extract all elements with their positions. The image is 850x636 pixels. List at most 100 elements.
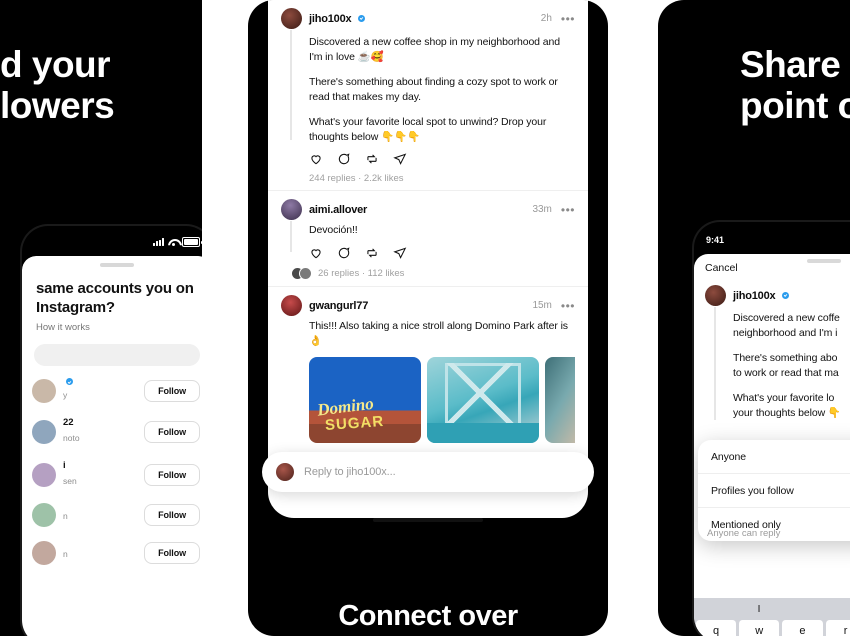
suggested-accounts-sheet: same accounts you on Instagram? How it w…	[22, 256, 202, 636]
like-icon[interactable]	[309, 152, 323, 166]
verified-badge-icon	[782, 292, 790, 299]
verified-badge-icon	[358, 15, 366, 22]
thread-connector	[290, 221, 292, 253]
audience-menu[interactable]: Anyone Profiles you follow Mentioned onl…	[698, 440, 850, 541]
post-reply[interactable]: aimi.allover 33m ••• Devoción!! 26 repli…	[268, 190, 588, 286]
list-item[interactable]: y Follow	[22, 371, 202, 410]
composer-line: There's something abo	[733, 351, 838, 364]
thumbnail-image[interactable]: Domino SUGAR	[309, 357, 421, 444]
avatar[interactable]	[705, 285, 726, 306]
menu-item-anyone[interactable]: Anyone	[698, 440, 850, 473]
follow-button[interactable]: Follow	[144, 420, 200, 443]
right-status-time: 9:41	[706, 235, 725, 245]
audience-note[interactable]: Anyone can reply	[694, 528, 793, 539]
composer-line: your thoughts below 👇	[733, 406, 841, 419]
follow-button[interactable]: Follow	[144, 463, 200, 486]
key-e[interactable]: e	[782, 620, 823, 636]
avatar	[32, 541, 56, 566]
list-item[interactable]: n Follow	[22, 534, 202, 572]
avatar[interactable]	[281, 295, 302, 317]
suggestion-2[interactable]: The	[824, 604, 850, 615]
avatar	[32, 419, 56, 444]
avatar[interactable]	[281, 8, 302, 29]
comment-icon[interactable]	[337, 152, 351, 166]
account-info: n	[32, 503, 68, 528]
avatar	[32, 503, 56, 528]
key-w[interactable]: w	[739, 620, 780, 636]
post-header: jiho100x	[705, 285, 850, 306]
post-stats[interactable]: 244 replies · 2.2k likes	[281, 173, 575, 184]
post-main[interactable]: jiho100x 2h ••• Discovered a new coffee …	[268, 0, 588, 190]
composer-line: to work or read that ma	[733, 366, 839, 379]
more-options-icon[interactable]: •••	[561, 204, 575, 216]
like-icon[interactable]	[309, 246, 323, 260]
reply-input-placeholder[interactable]: Reply to jiho100x...	[304, 466, 396, 478]
avatar[interactable]	[281, 199, 302, 221]
composer-body[interactable]: Discovered a new coffe neighborhood and …	[705, 311, 850, 420]
status-icons	[153, 237, 202, 247]
account-info: n	[32, 541, 68, 566]
follow-button[interactable]: Follow	[144, 542, 200, 565]
post-paragraph: Devoción!!	[309, 224, 358, 237]
avatar	[32, 378, 56, 403]
account-handle: n	[63, 549, 68, 560]
post-stats[interactable]: 26 replies · 112 likes	[281, 267, 575, 281]
account-handle: sen	[63, 476, 77, 487]
post-author[interactable]: aimi.allover	[309, 204, 367, 216]
right-status-bar: 9:41	[694, 222, 850, 250]
list-item[interactable]: 22 noto Follow	[22, 410, 202, 453]
search-input[interactable]	[34, 344, 200, 367]
left-phone-mockup: same accounts you on Instagram? How it w…	[22, 226, 202, 636]
list-item[interactable]: n Follow	[22, 496, 202, 534]
post-author[interactable]: jiho100x	[309, 13, 352, 25]
more-options-icon[interactable]: •••	[561, 300, 575, 312]
account-name	[63, 378, 73, 386]
post-meta: 15m •••	[532, 300, 575, 312]
keyboard-suggestions: I The	[694, 598, 850, 620]
right-headline: Share point of	[740, 44, 850, 127]
more-options-icon[interactable]: •••	[561, 13, 575, 25]
composer-line: What's your favorite lo	[733, 391, 835, 404]
avatar	[32, 462, 56, 487]
key-q[interactable]: q	[696, 620, 737, 636]
sheet-title: same accounts you on Instagram?	[36, 280, 194, 317]
app-screenshot-middle: jiho100x 2h ••• Discovered a new coffee …	[248, 0, 608, 636]
post-author[interactable]: gwangurl77	[309, 300, 368, 312]
cancel-button[interactable]: Cancel	[705, 262, 738, 274]
comment-icon[interactable]	[337, 246, 351, 260]
thread-connector	[290, 30, 292, 141]
post-paragraph: This!!! Also taking a nice stroll along …	[309, 320, 568, 348]
thumbnail-image[interactable]	[545, 357, 575, 444]
sheet-grabber[interactable]	[807, 259, 841, 263]
reply-composer-bar[interactable]: Reply to jiho100x...	[262, 452, 594, 492]
key-r[interactable]: r	[825, 620, 850, 636]
wifi-icon	[168, 238, 178, 246]
repost-icon[interactable]	[365, 246, 379, 260]
suggestion-1[interactable]: I	[694, 604, 824, 615]
middle-caption: Connect over	[338, 600, 518, 632]
account-info: i sen	[32, 460, 77, 489]
post-paragraph: What's your favorite local spot to unwin…	[309, 115, 547, 143]
verified-badge-icon	[66, 378, 73, 386]
follow-button[interactable]: Follow	[144, 379, 200, 402]
post-actions	[281, 246, 575, 260]
post-header: gwangurl77 15m •••	[281, 295, 575, 317]
account-text: n	[63, 544, 68, 562]
onscreen-keyboard[interactable]: I The q w e r t y	[694, 598, 850, 636]
post-reply[interactable]: gwangurl77 15m ••• This!!! Also taking a…	[268, 286, 588, 449]
share-icon[interactable]	[393, 246, 407, 260]
menu-item-profiles-you-follow[interactable]: Profiles you follow	[698, 473, 850, 507]
post-stats-text: 26 replies · 112 likes	[318, 268, 405, 280]
menu-item-label: Anyone	[711, 450, 747, 463]
post-paragraph: Discovered a new coffee shop in my neigh…	[309, 36, 560, 63]
how-it-works-link[interactable]: How it works	[22, 317, 202, 333]
account-name-text: i	[63, 460, 66, 472]
share-icon[interactable]	[393, 152, 407, 166]
composer-line: Discovered a new coffe	[733, 312, 840, 324]
list-item[interactable]: i sen Follow	[22, 453, 202, 496]
post-author: jiho100x	[733, 289, 776, 302]
post-paragraph: There's something about finding a cozy s…	[309, 75, 558, 103]
repost-icon[interactable]	[365, 152, 379, 166]
thumbnail-image[interactable]	[427, 357, 539, 444]
follow-button[interactable]: Follow	[144, 504, 200, 527]
